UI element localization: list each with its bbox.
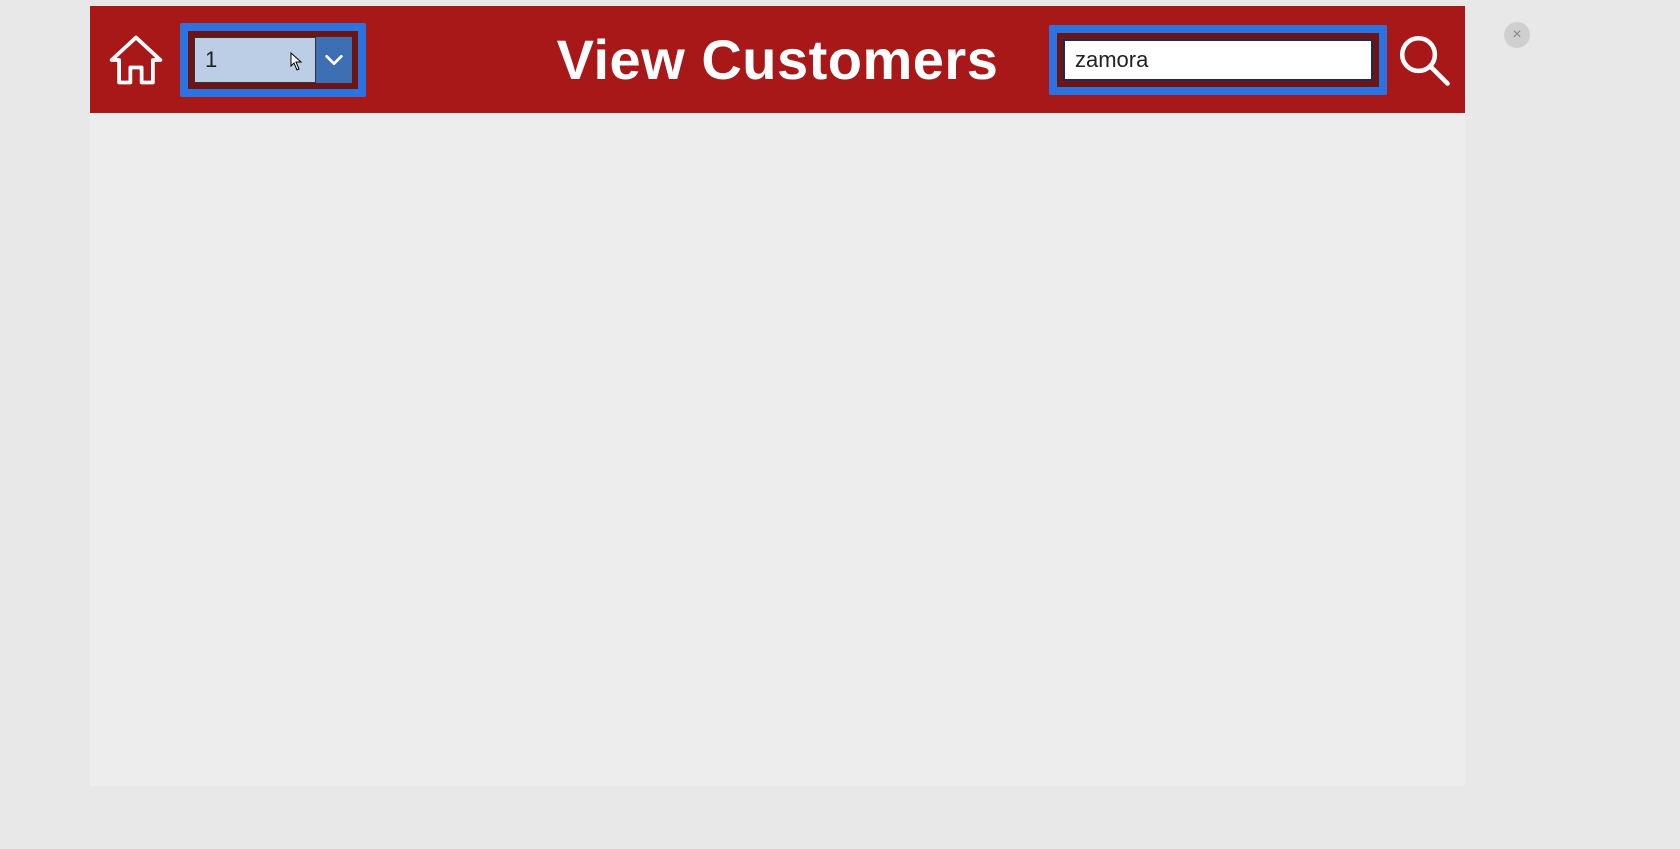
search-input-wrap [1057, 33, 1379, 87]
home-button[interactable] [106, 30, 166, 90]
page-dropdown-toggle[interactable] [316, 37, 352, 83]
search-area [1049, 25, 1453, 95]
search-input[interactable] [1063, 39, 1373, 81]
close-button[interactable]: × [1504, 22, 1530, 48]
page-dropdown[interactable]: 1 [188, 31, 358, 89]
content-area [90, 113, 1465, 786]
page-title: View Customers [557, 27, 999, 92]
search-input-highlight [1049, 25, 1387, 95]
home-icon [106, 30, 166, 90]
app-window: 1 View Customers [90, 6, 1465, 786]
close-icon: × [1512, 27, 1521, 43]
page-dropdown-value[interactable]: 1 [194, 37, 316, 83]
search-icon [1395, 31, 1453, 89]
page-dropdown-highlight: 1 [180, 23, 366, 97]
search-button[interactable] [1395, 31, 1453, 89]
header-bar: 1 View Customers [90, 6, 1465, 113]
chevron-down-icon [323, 49, 345, 71]
cursor-icon [290, 52, 304, 78]
page-dropdown-value-text: 1 [205, 47, 217, 73]
